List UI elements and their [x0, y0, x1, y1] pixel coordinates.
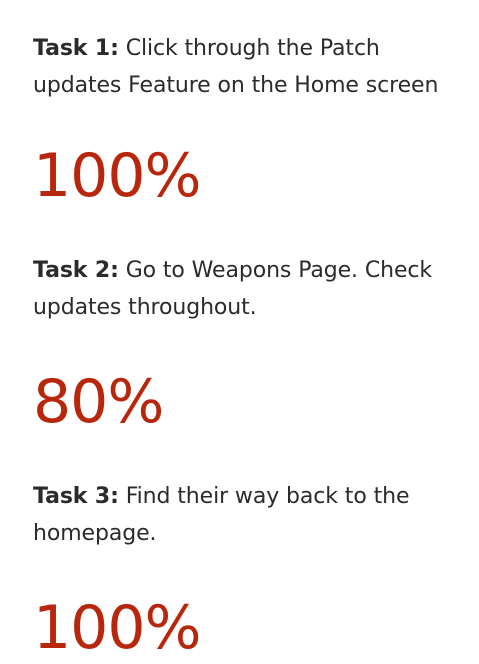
task-3-block: Task 3: Find their way back to the homep… [33, 478, 459, 658]
task-results-page: Task 1: Click through the Patch updates … [0, 0, 479, 664]
task-1-block: Task 1: Click through the Patch updates … [33, 30, 459, 206]
task-1-label: Task 1: [33, 36, 119, 61]
task-2-description: Task 2: Go to Weapons Page. Check update… [33, 252, 459, 326]
task-3-success-rate: 100% [33, 593, 202, 663]
task-2-success-rate: 80% [33, 367, 164, 437]
task-3-description: Task 3: Find their way back to the homep… [33, 478, 459, 552]
task-1-success-rate: 100% [33, 141, 202, 211]
task-3-label: Task 3: [33, 484, 119, 509]
task-1-description: Task 1: Click through the Patch updates … [33, 30, 459, 104]
task-2-label: Task 2: [33, 258, 119, 283]
task-2-block: Task 2: Go to Weapons Page. Check update… [33, 252, 459, 432]
